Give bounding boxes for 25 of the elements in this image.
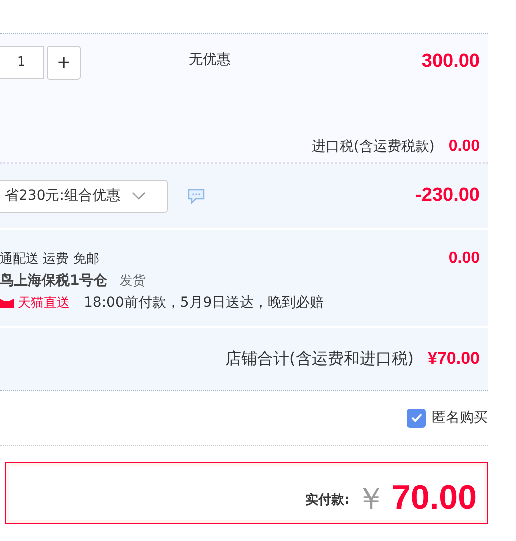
tax-label: 进口税(含运费税款) — [312, 138, 435, 156]
warehouse-name: 鸟上海保税1号仓 — [0, 272, 108, 290]
quantity-field[interactable]: 1 — [0, 46, 44, 79]
message-icon[interactable] — [188, 188, 205, 204]
promotion-text: 无优惠 — [189, 51, 231, 69]
cat-logo-icon — [0, 297, 14, 309]
payment-label: 实付款: — [306, 492, 350, 509]
anonymous-label: 匿名购买 — [432, 409, 488, 427]
shop-total-label: 店铺合计(含运费和进口税) — [226, 348, 414, 370]
service-tag: 天猫直送 — [18, 294, 70, 312]
payment-amount: 70.00 — [392, 481, 477, 515]
plus-button[interactable]: + — [47, 46, 81, 80]
discount-amount: -230.00 — [416, 185, 481, 207]
item-price: 300.00 — [422, 51, 481, 73]
warehouse-suffix: 发货 — [120, 273, 146, 290]
chevron-icon — [132, 192, 146, 200]
shipping-method: 通配送 运费 免邮 — [0, 251, 100, 268]
shipping-fee: 0.00 — [448, 250, 480, 268]
currency-symbol: ￥ — [356, 485, 386, 515]
check-icon — [410, 413, 422, 423]
discount-dropdown[interactable]: 省230元:组合优惠 — [0, 180, 168, 212]
checkbox[interactable] — [407, 408, 426, 428]
delivery-promise: 18:00前付款，5月9日送达，晚到必赔 — [84, 294, 324, 312]
shop-total-amount: ¥70.00 — [428, 349, 480, 369]
tax-amount: 0.00 — [448, 138, 480, 156]
